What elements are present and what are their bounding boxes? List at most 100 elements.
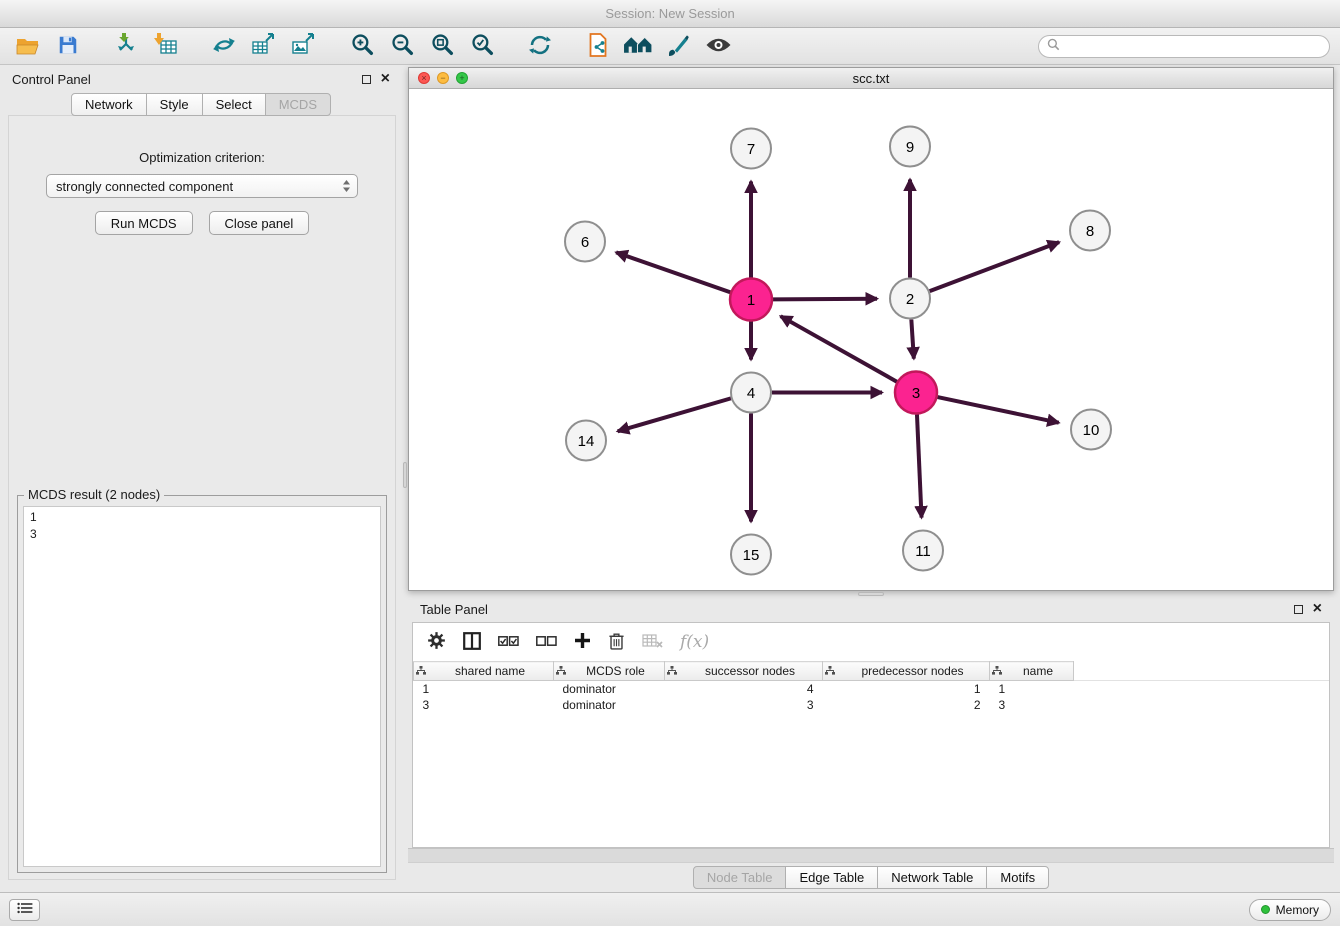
style-brush-button[interactable]	[660, 31, 696, 62]
export-network-button[interactable]	[206, 31, 242, 62]
edge-4-14[interactable]	[618, 398, 731, 431]
create-column-button[interactable]	[574, 632, 591, 652]
node-11[interactable]: 11	[903, 531, 943, 571]
tab-node-table[interactable]: Node Table	[693, 866, 787, 889]
edge-2-3[interactable]	[911, 319, 913, 358]
memory-button[interactable]: Memory	[1249, 899, 1331, 921]
import-table-button[interactable]	[148, 31, 184, 62]
node-9[interactable]: 9	[890, 127, 930, 167]
column-header-shared-name[interactable]: shared name	[414, 662, 554, 681]
control-panel-header: Control Panel ×	[0, 67, 402, 91]
splitter-handle[interactable]	[858, 592, 884, 596]
node-8[interactable]: 8	[1070, 211, 1110, 251]
select-all-columns-button[interactable]	[498, 635, 519, 650]
run-mcds-button[interactable]: Run MCDS	[95, 211, 193, 235]
show-columns-button[interactable]	[463, 632, 481, 653]
splitter-handle[interactable]	[403, 462, 407, 488]
node-2[interactable]: 2	[890, 279, 930, 319]
node-4[interactable]: 4	[731, 373, 771, 413]
tab-mcds[interactable]: MCDS	[265, 93, 331, 116]
tab-style[interactable]: Style	[146, 93, 203, 116]
node-6[interactable]: 6	[565, 222, 605, 262]
tab-motifs[interactable]: Motifs	[986, 866, 1049, 889]
node-3[interactable]: 3	[895, 372, 937, 414]
network-file-button[interactable]	[580, 31, 616, 62]
tab-network-table[interactable]: Network Table	[877, 866, 987, 889]
table-cell[interactable]: 3	[414, 697, 554, 713]
float-panel-icon[interactable]	[1294, 605, 1303, 614]
table-cell[interactable]: 3	[990, 697, 1074, 713]
table-row[interactable]: 3dominator323	[414, 697, 1330, 713]
maximize-window-icon[interactable]: +	[456, 72, 468, 84]
eye-icon	[705, 36, 732, 57]
import-network-button[interactable]	[108, 31, 144, 62]
horizontal-splitter[interactable]	[408, 591, 1334, 597]
unselect-all-columns-button[interactable]	[536, 635, 557, 650]
tab-select[interactable]: Select	[202, 93, 266, 116]
edge-1-2[interactable]	[773, 299, 877, 300]
column-header-name[interactable]: name	[990, 662, 1074, 681]
refresh-view-button[interactable]	[522, 31, 558, 62]
edge-3-11[interactable]	[917, 414, 922, 517]
zoom-out-button[interactable]	[384, 31, 420, 62]
close-window-icon[interactable]: ×	[418, 72, 430, 84]
node-10[interactable]: 10	[1071, 410, 1111, 450]
zoom-in-button[interactable]	[344, 31, 380, 62]
table-cell[interactable]: dominator	[554, 697, 665, 713]
delete-table-button-disabled[interactable]	[642, 634, 663, 651]
trash-icon	[608, 631, 625, 654]
column-header-successor-nodes[interactable]: successor nodes	[665, 662, 823, 681]
edge-2-8[interactable]	[930, 242, 1059, 291]
edge-1-6[interactable]	[616, 252, 730, 292]
minimize-window-icon[interactable]: −	[437, 72, 449, 84]
edge-3-10[interactable]	[938, 397, 1059, 423]
home-icon	[623, 34, 654, 58]
export-table-button[interactable]	[246, 31, 282, 62]
node-7[interactable]: 7	[731, 129, 771, 169]
task-history-button[interactable]	[9, 899, 40, 921]
window-titlebar: Session: New Session	[0, 0, 1340, 28]
save-session-button[interactable]	[50, 31, 86, 62]
table-settings-button[interactable]	[427, 631, 446, 653]
control-panel: Control Panel × NetworkStyleSelectMCDS O…	[0, 65, 402, 892]
zoom-selected-button[interactable]	[464, 31, 500, 62]
table-cell[interactable]: 2	[823, 697, 990, 713]
table-cell[interactable]: 3	[665, 697, 823, 713]
show-hide-button[interactable]	[700, 31, 736, 62]
network-view[interactable]: 7 9 6 8 1 2 4 3 14 10 15 11	[409, 89, 1333, 590]
gear-icon	[427, 631, 446, 653]
svg-text:6: 6	[581, 234, 589, 251]
svg-text:4: 4	[747, 385, 755, 402]
table-cell[interactable]: dominator	[554, 681, 665, 697]
mcds-result-text[interactable]: 1 3	[23, 506, 381, 867]
export-image-button[interactable]	[286, 31, 322, 62]
home-button[interactable]	[620, 31, 656, 62]
table-cell[interactable]: 1	[823, 681, 990, 697]
open-session-button[interactable]	[10, 31, 46, 62]
open-folder-icon	[15, 34, 41, 59]
panel-splitter[interactable]	[402, 65, 408, 892]
table-cell[interactable]: 1	[990, 681, 1074, 697]
tab-edge-table[interactable]: Edge Table	[785, 866, 878, 889]
table-cell[interactable]: 1	[414, 681, 554, 697]
delete-column-button[interactable]	[608, 631, 625, 654]
close-panel-icon[interactable]: ×	[381, 71, 390, 87]
column-header-predecessor-nodes[interactable]: predecessor nodes	[823, 662, 990, 681]
close-panel-icon[interactable]: ×	[1313, 601, 1322, 617]
table-cell[interactable]: 4	[665, 681, 823, 697]
zoom-fit-button[interactable]	[424, 31, 460, 62]
search-input[interactable]	[1065, 38, 1321, 55]
main-toolbar	[0, 28, 1340, 65]
tab-network[interactable]: Network	[71, 93, 147, 116]
function-builder-button-disabled[interactable]: f(x)	[680, 632, 709, 652]
search-field[interactable]	[1038, 35, 1330, 58]
table-row[interactable]: 1dominator411	[414, 681, 1330, 697]
node-14[interactable]: 14	[566, 421, 606, 461]
float-panel-icon[interactable]	[362, 75, 371, 84]
column-header-MCDS-role[interactable]: MCDS role	[554, 662, 665, 681]
edge-3-1[interactable]	[781, 316, 897, 382]
close-panel-button[interactable]: Close panel	[209, 211, 310, 235]
node-15[interactable]: 15	[731, 535, 771, 575]
criterion-dropdown[interactable]: strongly connected component	[46, 174, 358, 198]
node-1[interactable]: 1	[730, 279, 772, 321]
